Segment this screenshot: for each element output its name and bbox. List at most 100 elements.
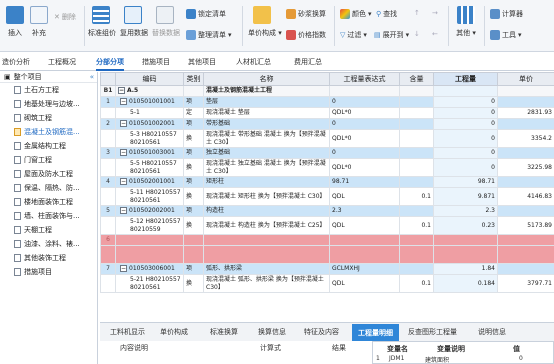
- col-header-qty[interactable]: 工程量: [433, 72, 498, 86]
- supplement-button[interactable]: 补充: [28, 6, 50, 38]
- sidebar-item[interactable]: 屋面及防水工程: [0, 167, 97, 181]
- detail-tab[interactable]: 换算信息: [258, 327, 286, 337]
- arrow-left-icon: ←: [432, 30, 438, 38]
- color-button[interactable]: 颜色 ▾: [340, 9, 372, 19]
- detail-tab[interactable]: 工程量明细: [352, 324, 399, 341]
- other-button[interactable]: 其他 ▾: [454, 6, 478, 38]
- collapse-icon[interactable]: ▣: [4, 73, 11, 81]
- sub-items-grid: 编码 类别 名称 工程量表达式 含量 工程量 单价 B1 − A.5 混凝土及钢筋…: [100, 72, 554, 318]
- col-header-type[interactable]: 类别: [183, 72, 204, 86]
- collapse-icon[interactable]: −: [120, 265, 127, 272]
- detail-tab[interactable]: 特征及内容: [304, 327, 339, 337]
- sidebar-header[interactable]: ▣ 整个项目 «: [0, 72, 97, 83]
- collapse-icon[interactable]: −: [120, 149, 127, 156]
- collapse-icon[interactable]: −: [120, 178, 127, 185]
- var-row-name[interactable]: JDM1: [389, 355, 404, 362]
- cell-expr: GCLMXHJ: [329, 263, 400, 275]
- table-row[interactable]: 7−010503006001 项弧形、拱形梁 GCLMXHJ 1.84: [100, 263, 554, 275]
- sidebar-item[interactable]: 门窗工程: [0, 153, 97, 167]
- col-header-name[interactable]: 名称: [203, 72, 330, 86]
- collapse-icon[interactable]: −: [120, 207, 127, 214]
- unit-composition-button[interactable]: 单价构成 ▾: [248, 6, 282, 38]
- tab-fee-summary[interactable]: 费用汇总: [294, 57, 322, 67]
- table-row[interactable]: 4−010502001001 项矩形柱 98.71 98.71: [100, 176, 554, 188]
- move-right-button[interactable]: →: [432, 9, 438, 17]
- table-row[interactable]: 5-5 H80210557 80210561 换现浇混凝土 独立基础 混凝土 换为…: [100, 158, 554, 177]
- chevron-down-icon: ▾: [368, 10, 372, 18]
- tab-labor-material-summary[interactable]: 人材机汇总: [236, 57, 271, 67]
- table-row[interactable]: 5−010502002001 项构造柱 2.3 2.3: [100, 205, 554, 217]
- col-header-price[interactable]: 单价: [497, 72, 554, 86]
- sidebar-item[interactable]: 墙、柱面装饰与...: [0, 209, 97, 223]
- table-row[interactable]: 5-1 定现浇混凝土 垫层 QDL*0 0 2831.93: [100, 107, 554, 119]
- cell-idx: 6: [100, 234, 116, 246]
- table-row[interactable]: 1−010501001001 项垫层 0 0: [100, 96, 554, 108]
- table-row[interactable]: 3−010501003001 项独立基础 0 0: [100, 147, 554, 159]
- tab-other-items[interactable]: 其他项目: [188, 57, 216, 67]
- sidebar-item[interactable]: 油漆、涂料、裱...: [0, 237, 97, 251]
- col-header-content[interactable]: 含量: [399, 72, 434, 86]
- table-row[interactable]: 2−010501002001 项带形基础 0 0: [100, 118, 554, 130]
- expand-to-button[interactable]: ▤ 展开到 ▾: [374, 30, 409, 40]
- sidebar-item[interactable]: 其他装饰工程: [0, 251, 97, 265]
- cell-price: 3797.71: [497, 274, 554, 293]
- price-index-button[interactable]: 价格指数: [286, 30, 326, 40]
- tab-measures[interactable]: 措施项目: [142, 57, 170, 67]
- sidebar-item[interactable]: 措施项目: [0, 265, 97, 279]
- table-row[interactable]: 5-3 H80210557 80210561 换现浇混凝土 带形基础 混凝土 换为…: [100, 129, 554, 148]
- sidebar-item[interactable]: 混凝土及钢筋混...: [0, 125, 97, 139]
- detail-tab[interactable]: 标准换算: [210, 327, 238, 337]
- cell-type: 项: [183, 263, 204, 275]
- sidebar-item[interactable]: 保温、隔热、防...: [0, 181, 97, 195]
- col-header-code[interactable]: 编码: [115, 72, 184, 86]
- tab-project-overview[interactable]: 工程概况: [48, 57, 76, 67]
- sidebar-item[interactable]: 砌筑工程: [0, 111, 97, 125]
- sidebar-item[interactable]: 楼地面装饰工程: [0, 195, 97, 209]
- organize-list-button[interactable]: 整理清单 ▾: [186, 30, 232, 40]
- col-header-expr[interactable]: 工程量表达式: [329, 72, 400, 86]
- mortar-conversion-button[interactable]: 砂浆换算: [286, 9, 326, 19]
- section-row[interactable]: B1 − A.5 混凝土及钢筋混凝土工程: [100, 85, 554, 97]
- cell-code: [115, 245, 184, 264]
- cell-expr: QDL*0: [329, 129, 400, 148]
- delete-button[interactable]: ✕ 删除: [54, 12, 76, 22]
- collapse-icon[interactable]: −: [120, 98, 127, 105]
- standard-group-button[interactable]: 标准组价: [88, 6, 116, 38]
- table-row[interactable]: [100, 245, 554, 264]
- sidebar-item[interactable]: 金属结构工程: [0, 139, 97, 153]
- filter-button[interactable]: ▽ 过滤 ▾: [340, 30, 367, 40]
- table-row[interactable]: 5-12 H80210557 80210559 换现浇混凝土 构造柱 换为【预拌混…: [100, 216, 554, 235]
- cell-type: 项: [183, 147, 204, 159]
- cell-type: 项: [183, 118, 204, 130]
- table-row[interactable]: 5-21 H80210557 80210561 换现浇混凝土 弧形、拱形梁 换为【…: [100, 274, 554, 293]
- find-button[interactable]: ⚲ 查找: [376, 9, 397, 19]
- cell-idx: [100, 129, 116, 148]
- table-row[interactable]: 5-11 H80210557 80210561 换现浇混凝土 矩形柱 换为【预拌混…: [100, 187, 554, 206]
- cell-price: 2831.93: [497, 107, 554, 119]
- move-left-button[interactable]: ←: [432, 30, 438, 38]
- sidebar-item[interactable]: 天棚工程: [0, 223, 97, 237]
- cell-qty_content: [399, 118, 434, 130]
- collapse-sidebar-icon[interactable]: «: [90, 73, 94, 81]
- move-down-button[interactable]: ↓: [414, 30, 420, 38]
- calculator-button[interactable]: 计算器: [490, 9, 523, 19]
- cell-idx: [100, 187, 116, 206]
- collapse-icon[interactable]: −: [120, 120, 127, 127]
- table-row[interactable]: 6: [100, 234, 554, 246]
- sidebar-item[interactable]: 土石方工程: [0, 83, 97, 97]
- detail-tab[interactable]: 单价构成: [160, 327, 188, 337]
- move-up-button[interactable]: ↑: [414, 9, 420, 17]
- tab-cost-analysis[interactable]: 造价分析: [2, 57, 30, 67]
- insert-button[interactable]: 插入: [4, 6, 26, 38]
- replace-data-button[interactable]: 替换数据: [152, 6, 180, 38]
- tab-sub-items[interactable]: 分部分项: [96, 57, 124, 71]
- collapse-icon[interactable]: −: [118, 87, 125, 94]
- sidebar-item[interactable]: 地基处理与边坡...: [0, 97, 97, 111]
- detail-tab[interactable]: 反查图形工程量: [408, 327, 457, 337]
- cell-code: −010503006001: [115, 263, 184, 275]
- detail-tab[interactable]: 工料机显示: [110, 327, 145, 337]
- copy-data-button[interactable]: 复用数据: [120, 6, 148, 38]
- detail-tab[interactable]: 说明信息: [478, 327, 506, 337]
- tools-button[interactable]: 工具 ▾: [490, 30, 522, 40]
- lock-list-button[interactable]: 锁定清单: [186, 9, 226, 19]
